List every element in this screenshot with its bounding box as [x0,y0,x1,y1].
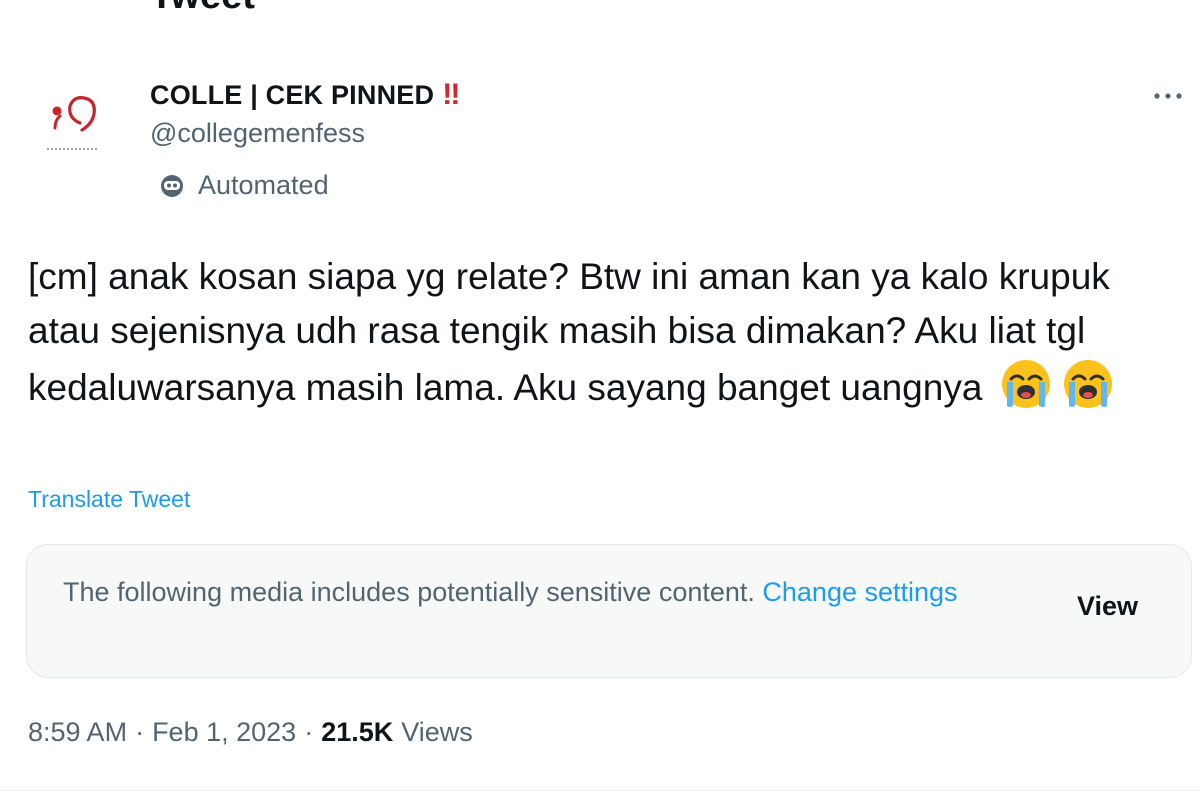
author-name-row[interactable]: COLLE | CEK PINNED ‼ [150,78,460,112]
more-options-button[interactable] [1150,82,1186,110]
change-settings-link[interactable]: Change settings [762,577,957,607]
tweet-date[interactable]: Feb 1, 2023 [152,717,296,748]
loudly-crying-face-icon [1063,360,1112,408]
views-label: Views [401,716,473,747]
views-count[interactable]: 21.5K [321,717,393,748]
page-title: Tweet [150,0,255,16]
double-exclamation-emoji-icon: ‼ [442,78,461,111]
divider [0,790,1200,791]
view-media-button[interactable]: View [1077,591,1138,622]
meta-separator: · [304,716,314,747]
author-handle[interactable]: @collegemenfess [150,118,365,149]
tweet-body: [cm] anak kosan siapa yg relate? Btw ini… [28,256,1110,408]
more-dots-icon [1154,93,1182,99]
translate-tweet-link[interactable]: Translate Tweet [28,486,190,513]
sensitive-media-notice: The following media includes potentially… [26,544,1192,678]
sensitive-media-text: The following media includes potentially… [63,577,763,607]
automated-label: Automated [198,169,329,200]
sensitive-media-message: The following media includes potentially… [63,571,1023,613]
tweet-meta: 8:59 AM · Feb 1, 2023 · 21.5K Views [28,714,473,750]
tweet-time[interactable]: 8:59 AM [28,717,127,748]
back-arrow-icon[interactable] [28,0,72,14]
meta-separator: · [135,716,145,747]
tweet-page: Tweet COLLE | CEK PINNED ‼ @collegemenfe… [0,0,1200,800]
college-logo-icon [47,96,97,150]
tweet-text: [cm] anak kosan siapa yg relate? Btw ini… [28,250,1178,415]
automated-badge[interactable]: Automated [158,168,329,202]
avatar[interactable] [24,78,120,174]
display-name[interactable]: COLLE | CEK PINNED [150,80,434,111]
loudly-crying-face-icon [1001,360,1050,408]
bot-icon [161,175,183,197]
page-header: Tweet [0,0,1200,18]
